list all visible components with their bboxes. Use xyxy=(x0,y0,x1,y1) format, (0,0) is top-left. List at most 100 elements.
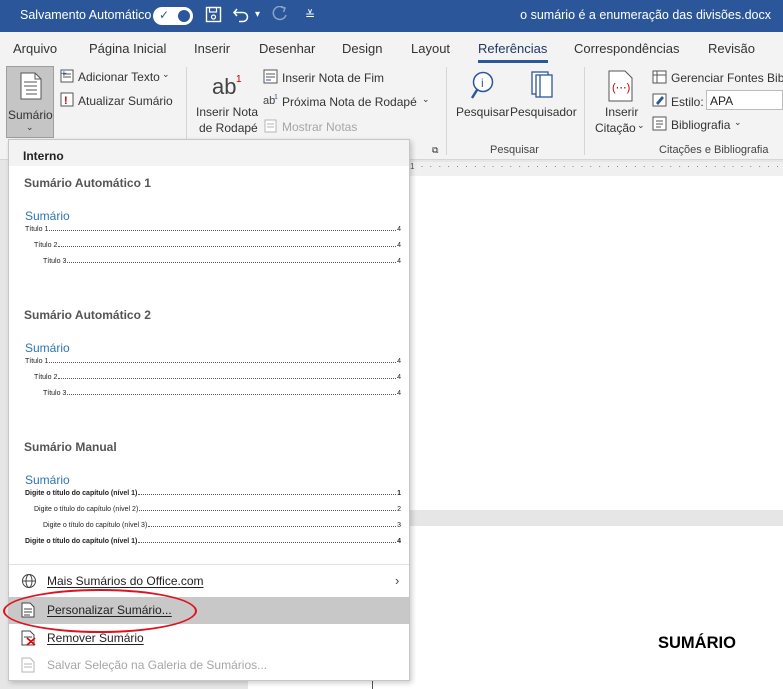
style-select[interactable]: APA xyxy=(706,90,783,110)
tab-revisao[interactable]: Revisão xyxy=(708,41,755,56)
tab-inserir[interactable]: Inserir xyxy=(194,41,230,56)
save-to-gallery-icon xyxy=(21,657,35,676)
pesquisar-group-label: Pesquisar xyxy=(490,144,539,156)
preview-row-page: 4 xyxy=(397,538,401,545)
preview-title: Sumário xyxy=(25,209,70,223)
globe-icon xyxy=(21,573,37,592)
preview-row: Digite o título do capítulo (nível 3) 3 xyxy=(43,522,401,532)
document-page[interactable] xyxy=(410,176,783,510)
chevron-down-icon[interactable]: ⌄ xyxy=(734,117,742,128)
tab-layout[interactable]: Layout xyxy=(411,41,450,56)
highlight-annotation xyxy=(3,589,197,633)
inserir-nota-fim-button[interactable]: Inserir Nota de Fim xyxy=(282,71,384,85)
inserir-label[interactable]: Inserir xyxy=(605,105,638,119)
researcher-icon xyxy=(528,70,556,103)
style-select-value: APA xyxy=(710,94,734,108)
dot-leader xyxy=(49,362,397,363)
dialog-launcher-icon[interactable]: ⧉ xyxy=(432,145,438,156)
preview-row-text: Título 1 xyxy=(25,358,49,365)
manage-sources-icon xyxy=(652,70,667,87)
update-toc-icon: ! xyxy=(60,92,74,110)
group-separator xyxy=(446,67,447,155)
preview-row: Título 1 4 xyxy=(25,226,401,236)
customize-toolbar-icon[interactable]: ≚ xyxy=(305,8,315,22)
de-rodape-label[interactable]: de Rodapé xyxy=(199,121,258,135)
preview-row: Título 3 4 xyxy=(43,390,401,400)
dot-leader xyxy=(58,378,397,379)
dot-leader xyxy=(58,246,397,247)
add-text-icon: + xyxy=(60,69,74,86)
pesquisador-button[interactable]: Pesquisador xyxy=(510,105,577,119)
atualizar-sumario-button[interactable]: Atualizar Sumário xyxy=(78,94,173,108)
preview-row-text: Título 3 xyxy=(43,258,67,265)
save-icon[interactable] xyxy=(205,6,222,27)
svg-text:!: ! xyxy=(64,95,68,107)
preview-row-text: Título 2 xyxy=(34,242,58,249)
remover-sumario-label: Remover Sumário xyxy=(47,631,144,645)
preview-row-page: 4 xyxy=(397,374,401,381)
tab-desenhar[interactable]: Desenhar xyxy=(259,41,315,56)
svg-text:1: 1 xyxy=(236,74,242,85)
style-icon xyxy=(652,93,667,110)
salvar-selecao-label: Salvar Seleção na Galeria de Sumários... xyxy=(47,658,268,672)
margin-mark xyxy=(372,680,373,689)
tab-correspondencias[interactable]: Correspondências xyxy=(574,41,680,56)
preview-row: Título 1 4 xyxy=(25,358,401,368)
toggle-knob xyxy=(178,10,190,22)
autosave-toggle[interactable]: ✓ xyxy=(153,7,193,25)
chevron-down-icon[interactable]: ⌄ xyxy=(422,94,430,105)
undo-icon[interactable] xyxy=(232,6,252,27)
preview-row-page: 4 xyxy=(397,358,401,365)
chevron-down-icon[interactable]: ⌄ xyxy=(637,120,645,131)
document-heading: SUMÁRIO xyxy=(658,634,736,652)
citacoes-group-label: Citações e Bibliografia xyxy=(659,144,769,156)
preview-row-page: 1 xyxy=(397,490,401,497)
section-header: Interno xyxy=(9,140,409,166)
undo-dropdown-icon[interactable]: ▾ xyxy=(255,9,260,20)
sumario-button[interactable]: Sumário ⌄ xyxy=(6,66,54,138)
gallery-title: Sumário Automático 2 xyxy=(24,308,151,322)
preview-row-page: 2 xyxy=(397,506,401,513)
dot-leader xyxy=(148,526,397,527)
dot-leader xyxy=(49,230,397,231)
mostrar-notas-button: Mostrar Notas xyxy=(282,120,358,134)
bibliography-icon xyxy=(652,116,667,134)
tab-design[interactable]: Design xyxy=(342,41,382,56)
chevron-down-icon[interactable]: ⌄ xyxy=(162,69,170,80)
citacao-label[interactable]: Citação xyxy=(595,121,636,135)
pesquisar-button[interactable]: Pesquisar xyxy=(456,105,509,119)
preview-row-page: 4 xyxy=(397,226,401,233)
preview-row-text: Título 2 xyxy=(34,374,58,381)
toc-icon xyxy=(20,72,42,103)
ribbon-tabs: Arquivo Página Inicial Inserir Desenhar … xyxy=(0,32,783,63)
footnote-icon: ab 1 xyxy=(212,72,246,103)
svg-text:(⋯): (⋯) xyxy=(612,82,630,94)
mais-sumarios-label: Mais Sumários do Office.com xyxy=(47,574,204,588)
chevron-down-icon: ⌄ xyxy=(26,122,34,132)
chevron-right-icon: › xyxy=(395,573,400,588)
preview-row-text: Digite o título do capítulo (nível 1) xyxy=(25,538,138,545)
autosave-label: Salvamento Automático xyxy=(20,8,152,22)
inserir-nota-label[interactable]: Inserir Nota xyxy=(196,105,258,119)
adicionar-texto-button[interactable]: Adicionar Texto xyxy=(78,70,160,84)
preview-row: Título 3 4 xyxy=(43,258,401,268)
section-label: Interno xyxy=(23,149,64,163)
preview-title: Sumário xyxy=(25,341,70,355)
preview-row: Título 2 4 xyxy=(34,242,401,252)
ruler: 1 · · · · · · · · · · · · · · · · · · · … xyxy=(410,162,783,176)
tab-arquivo[interactable]: Arquivo xyxy=(13,41,57,56)
preview-row-text: Digite o título do capítulo (nível 2) xyxy=(34,506,139,513)
document-title: o sumário é a enumeração das divisões.do… xyxy=(520,8,771,22)
tab-referencias[interactable]: Referências xyxy=(478,41,547,56)
svg-text:1: 1 xyxy=(274,94,278,101)
bibliografia-button[interactable]: Bibliografia xyxy=(671,118,730,132)
tab-pagina-inicial[interactable]: Página Inicial xyxy=(89,41,166,56)
preview-row-page: 4 xyxy=(397,242,401,249)
proxima-nota-button[interactable]: Próxima Nota de Rodapé xyxy=(282,95,417,109)
preview-row-text: Título 3 xyxy=(43,390,67,397)
check-icon: ✓ xyxy=(159,8,170,22)
gerenciar-fontes-button[interactable]: Gerenciar Fontes Bibl xyxy=(671,71,783,85)
svg-text:ab: ab xyxy=(212,74,236,99)
remove-toc-icon xyxy=(21,630,37,649)
menu-divider xyxy=(9,564,409,565)
